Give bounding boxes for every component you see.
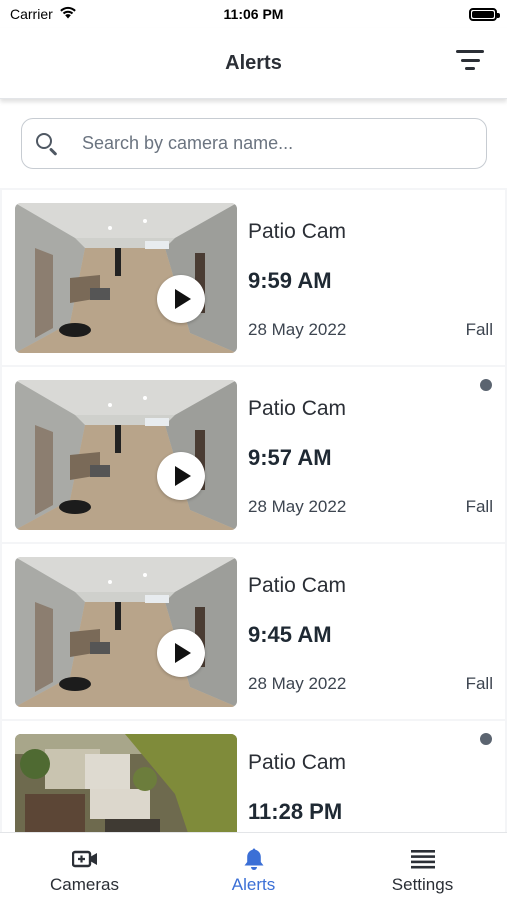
unread-dot — [480, 379, 492, 391]
battery-icon — [469, 7, 500, 21]
bell-icon — [243, 847, 265, 871]
alert-time: 11:28 PM — [248, 799, 343, 824]
nav-header: Alerts — [0, 28, 507, 99]
alert-card[interactable]: Patio Cam 9:57 AM 28 May 2022 Fall — [2, 367, 505, 542]
tab-bar: Cameras Alerts Settings — [0, 832, 507, 900]
tab-alerts-label: Alerts — [231, 875, 276, 894]
filter-icon[interactable] — [455, 48, 485, 72]
status-bar: Carrier 11:06 PM — [0, 0, 507, 28]
alert-card[interactable]: Patio Cam 9:59 AM 28 May 2022 Fall — [2, 190, 505, 365]
play-icon[interactable] — [157, 275, 205, 323]
tab-cameras[interactable]: Cameras — [0, 833, 169, 895]
play-icon[interactable] — [157, 629, 205, 677]
unread-dot — [480, 733, 492, 745]
alert-camera-name: Patio Cam — [248, 220, 347, 243]
alert-date: 28 May 2022 — [248, 674, 347, 693]
alert-camera-name: Patio Cam — [248, 397, 347, 420]
alert-card[interactable]: Patio Cam 9:45 AM 28 May 2022 Fall — [2, 544, 505, 719]
wifi-icon — [59, 6, 77, 22]
menu-icon — [410, 847, 435, 871]
alert-type: Fall — [465, 497, 493, 516]
alert-thumbnail[interactable] — [15, 734, 237, 832]
carrier-label: Carrier — [10, 6, 53, 22]
page-title: Alerts — [225, 51, 282, 74]
alert-camera-name: Patio Cam — [248, 751, 347, 774]
alert-time: 9:59 AM — [248, 268, 332, 293]
tab-cameras-label: Cameras — [50, 875, 119, 894]
alert-card[interactable]: Patio Cam 11:28 PM — [2, 721, 505, 832]
search-bar — [21, 118, 487, 169]
alert-type: Fall — [465, 674, 493, 693]
alert-date: 28 May 2022 — [248, 497, 347, 516]
alert-thumbnail[interactable] — [15, 380, 237, 530]
alert-time: 9:57 AM — [248, 445, 332, 470]
status-left: Carrier — [10, 6, 77, 22]
tab-settings-label: Settings — [391, 875, 454, 894]
alert-date: 28 May 2022 — [248, 320, 347, 339]
video-camera-icon — [71, 847, 98, 871]
alert-time: 9:45 AM — [248, 622, 332, 647]
battery-level — [472, 10, 494, 18]
tab-alerts[interactable]: Alerts — [169, 833, 338, 895]
alert-camera-name: Patio Cam — [248, 574, 347, 597]
tab-settings[interactable]: Settings — [338, 833, 507, 895]
alerts-list: Patio Cam 9:59 AM 28 May 2022 Fall Patio… — [0, 188, 507, 832]
alert-type: Fall — [465, 320, 493, 339]
alert-thumbnail[interactable] — [15, 203, 237, 353]
search-input[interactable] — [82, 133, 462, 154]
play-icon[interactable] — [157, 452, 205, 500]
alert-thumbnail[interactable] — [15, 557, 237, 707]
search-icon — [36, 132, 58, 156]
